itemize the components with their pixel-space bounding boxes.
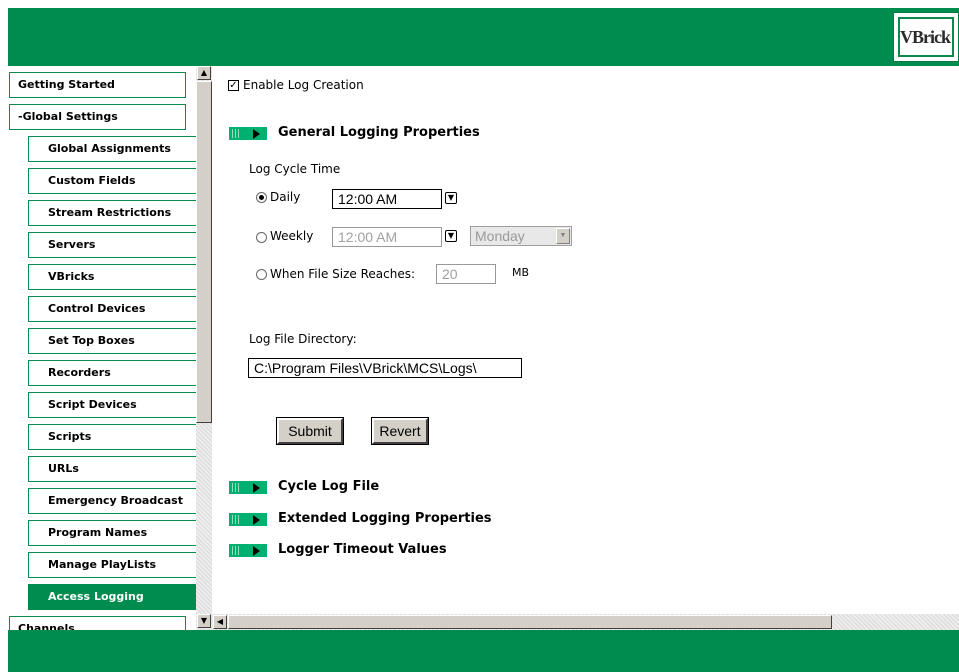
play-arrow-icon: [253, 483, 260, 493]
submit-button[interactable]: Submit: [276, 417, 344, 445]
sidebar-item-scripts[interactable]: Scripts: [28, 424, 196, 450]
play-arrow-icon: [253, 515, 260, 525]
extended-logging-title: Extended Logging Properties: [278, 511, 492, 526]
sidebar-item-access-logging[interactable]: Access Logging: [28, 584, 196, 610]
content-scroll-thumb[interactable]: [228, 615, 832, 629]
filesize-unit: MB: [512, 266, 530, 279]
sidebar-item-control-devices[interactable]: Control Devices: [28, 296, 196, 322]
logger-timeout-expand-button[interactable]: [229, 544, 267, 557]
footer-bar: [8, 630, 959, 672]
sidebar-scroll-thumb[interactable]: [196, 81, 212, 423]
cycle-log-file-expand-button[interactable]: [229, 481, 267, 494]
log-cycle-time-label: Log Cycle Time: [249, 162, 341, 176]
weekly-day-value: Monday: [475, 228, 525, 244]
sidebar-item-getting-started[interactable]: Getting Started: [9, 72, 186, 98]
log-file-directory-label: Log File Directory:: [249, 332, 357, 346]
scroll-down-icon[interactable]: ▼: [197, 614, 211, 628]
weekly-time-down-icon[interactable]: ▼: [445, 230, 457, 242]
cycle-log-file-title: Cycle Log File: [278, 479, 380, 494]
scroll-up-icon[interactable]: ▲: [197, 66, 211, 80]
log-file-directory-field[interactable]: C:\Program Files\VBrick\MCS\Logs\: [248, 358, 522, 378]
content-horizontal-scrollbar[interactable]: ◀: [212, 614, 959, 630]
play-arrow-icon: [253, 129, 260, 139]
sidebar-item-program-names[interactable]: Program Names: [28, 520, 196, 546]
general-logging-expand-button[interactable]: [229, 127, 267, 140]
filesize-label: When File Size Reaches:: [270, 267, 416, 281]
enable-log-creation-label: Enable Log Creation: [243, 78, 364, 92]
sidebar-item-global-settings[interactable]: -Global Settings: [9, 104, 186, 130]
sidebar-item-emergency-broadcast[interactable]: Emergency Broadcast: [28, 488, 196, 514]
sidebar-item-custom-fields[interactable]: Custom Fields: [28, 168, 196, 194]
filesize-field[interactable]: 20: [436, 264, 496, 284]
weekly-day-select[interactable]: Monday ▼: [470, 226, 572, 246]
filesize-radio[interactable]: [256, 269, 267, 280]
sidebar: Getting Started -Global Settings Global As…: [8, 66, 196, 630]
sidebar-item-script-devices[interactable]: Script Devices: [28, 392, 196, 418]
sidebar-item-urls[interactable]: URLs: [28, 456, 196, 482]
daily-time-field[interactable]: 12:00 AM: [332, 189, 442, 209]
daily-time-down-icon[interactable]: ▼: [445, 192, 457, 204]
daily-label: Daily: [270, 190, 301, 204]
sidebar-vertical-scrollbar[interactable]: ▲ ▼: [196, 66, 212, 630]
revert-button[interactable]: Revert: [371, 417, 429, 445]
general-logging-title: General Logging Properties: [278, 125, 480, 140]
weekly-time-field[interactable]: 12:00 AM: [332, 227, 442, 247]
extended-logging-expand-button[interactable]: [229, 513, 267, 526]
sidebar-item-servers[interactable]: Servers: [28, 232, 196, 258]
header-bar: VBrick: [8, 8, 959, 66]
logger-timeout-title: Logger Timeout Values: [278, 542, 447, 557]
sidebar-item-recorders[interactable]: Recorders: [28, 360, 196, 386]
sidebar-item-vbricks[interactable]: VBricks: [28, 264, 196, 290]
sidebar-item-stream-restrictions[interactable]: Stream Restrictions: [28, 200, 196, 226]
sidebar-item-channels[interactable]: Channels: [9, 616, 186, 630]
chevron-down-icon[interactable]: ▼: [556, 228, 570, 244]
sidebar-item-set-top-boxes[interactable]: Set Top Boxes: [28, 328, 196, 354]
scroll-left-icon[interactable]: ◀: [213, 615, 227, 629]
enable-log-creation-checkbox[interactable]: ✓: [228, 80, 239, 91]
vbrick-logo: VBrick: [893, 12, 959, 62]
play-arrow-icon: [253, 546, 260, 556]
logo-text: VBrick: [900, 27, 951, 47]
weekly-label: Weekly: [270, 229, 314, 243]
sidebar-item-global-assignments[interactable]: Global Assignments: [28, 136, 196, 162]
sidebar-item-manage-playlists[interactable]: Manage PlayLists: [28, 552, 196, 578]
daily-radio[interactable]: [256, 192, 267, 203]
weekly-radio[interactable]: [256, 232, 267, 243]
